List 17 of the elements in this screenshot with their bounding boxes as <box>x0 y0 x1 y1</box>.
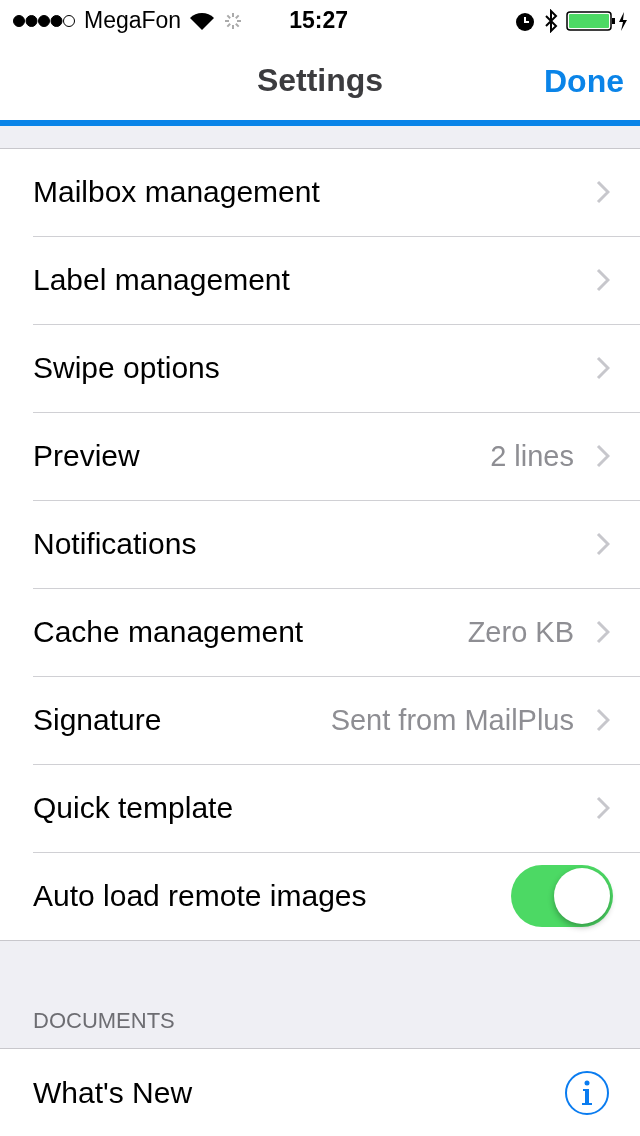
nav-title: Settings <box>256 62 384 100</box>
row-label[interactable]: Preview <box>33 439 491 474</box>
clock-time: 15:27 <box>289 7 349 35</box>
row-label[interactable]: Notifications <box>33 527 596 562</box>
row-label[interactable]: Label management <box>33 263 596 298</box>
row-label[interactable]: Signature <box>33 703 331 738</box>
row-label[interactable]: Auto load remote images <box>33 879 511 914</box>
row-value: Zero KB <box>467 615 574 649</box>
row-label[interactable]: Swipe options <box>33 351 596 386</box>
row-label[interactable]: Quick template <box>33 791 596 826</box>
section-header: DOCUMENTS <box>33 1008 175 1034</box>
row-label[interactable]: Mailbox management <box>33 175 596 210</box>
row-value: 2 lines <box>490 439 574 473</box>
done-button[interactable]: Done <box>544 63 624 101</box>
carrier-name: MegaFon <box>84 7 182 35</box>
row-value: Sent from MailPlus <box>330 703 574 737</box>
row-label[interactable]: Cache management <box>33 615 468 650</box>
